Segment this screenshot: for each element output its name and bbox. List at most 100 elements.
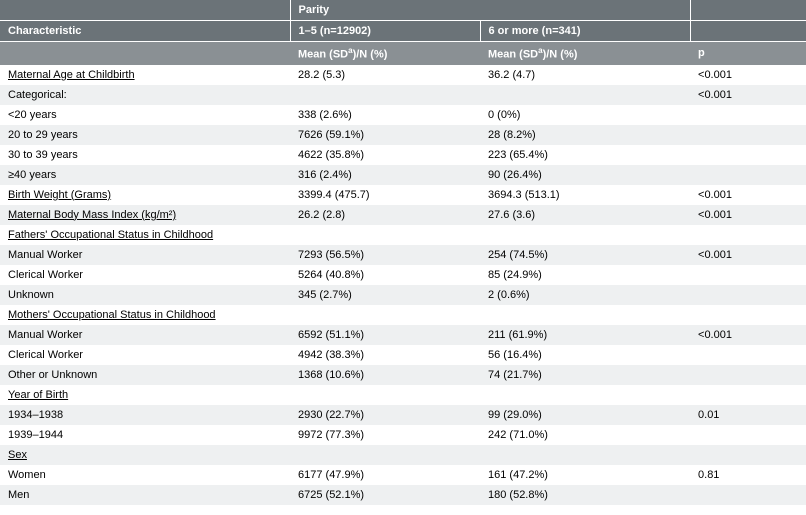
table-row: Maternal Body Mass Index (kg/m²)26.2 (2.… — [0, 205, 806, 225]
characteristic-header: Characteristic — [0, 21, 290, 42]
header-row-parity: Parity — [0, 0, 806, 21]
row-label: Sex — [0, 445, 290, 465]
row-label: Year of Birth — [0, 385, 290, 405]
table-row: Categorical: <0.001 — [0, 85, 806, 105]
row-p: <0.001 — [690, 205, 806, 225]
row-label: ≥40 years — [0, 165, 290, 185]
row-value: 6592 (51.1%) — [290, 325, 480, 345]
row-value — [290, 445, 480, 465]
table-row: <20 years338 (2.6%)0 (0%) — [0, 105, 806, 125]
row-value: 7626 (59.1%) — [290, 125, 480, 145]
row-value: 180 (52.8%) — [480, 485, 690, 505]
row-value: 4942 (38.3%) — [290, 345, 480, 365]
table-row: 1934–19382930 (22.7%)99 (29.0%)0.01 — [0, 405, 806, 425]
row-label: 20 to 29 years — [0, 125, 290, 145]
row-value — [480, 385, 690, 405]
row-value — [290, 305, 480, 325]
table-row: Mothers' Occupational Status in Childhoo… — [0, 305, 806, 325]
table-row: Women6177 (47.9%)161 (47.2%)0.81 — [0, 465, 806, 485]
table-row: ≥40 years316 (2.4%)90 (26.4%) — [0, 165, 806, 185]
row-label: Unknown — [0, 285, 290, 305]
row-value: 161 (47.2%) — [480, 465, 690, 485]
row-value — [480, 85, 690, 105]
group2-header: 6 or more (n=341) — [480, 21, 690, 42]
table-row: Manual Worker6592 (51.1%)211 (61.9%)<0.0… — [0, 325, 806, 345]
table-row: Men6725 (52.1%)180 (52.8%) — [0, 485, 806, 505]
row-p — [690, 225, 806, 245]
row-label: Other or Unknown — [0, 365, 290, 385]
row-label: Categorical: — [0, 85, 290, 105]
row-value: 74 (21.7%) — [480, 365, 690, 385]
row-value: 4622 (35.8%) — [290, 145, 480, 165]
row-value: 7293 (56.5%) — [290, 245, 480, 265]
table-row: Birth Weight (Grams)3399.4 (475.7)3694.3… — [0, 185, 806, 205]
table-row: Sex — [0, 445, 806, 465]
row-value: 28 (8.2%) — [480, 125, 690, 145]
row-value: 5264 (40.8%) — [290, 265, 480, 285]
row-p — [690, 425, 806, 445]
group1-header: 1–5 (n=12902) — [290, 21, 480, 42]
row-value: 3694.3 (513.1) — [480, 185, 690, 205]
row-value: 56 (16.4%) — [480, 345, 690, 365]
row-value: 254 (74.5%) — [480, 245, 690, 265]
row-value — [290, 85, 480, 105]
row-value: 0 (0%) — [480, 105, 690, 125]
row-label: 30 to 39 years — [0, 145, 290, 165]
table-row: 1939–19449972 (77.3%)242 (71.0%) — [0, 425, 806, 445]
row-p: <0.001 — [690, 245, 806, 265]
row-p — [690, 125, 806, 145]
header-row-stats: Mean (SDa)/N (%) Mean (SDa)/N (%) p — [0, 42, 806, 65]
row-label: 1934–1938 — [0, 405, 290, 425]
row-value: 9972 (77.3%) — [290, 425, 480, 445]
table-row: Maternal Age at Childbirth28.2 (5.3)36.2… — [0, 65, 806, 85]
row-label: Manual Worker — [0, 245, 290, 265]
row-label: Clerical Worker — [0, 345, 290, 365]
row-value — [480, 225, 690, 245]
row-label: <20 years — [0, 105, 290, 125]
table-row: Unknown345 (2.7%)2 (0.6%) — [0, 285, 806, 305]
characteristics-table: Parity Characteristic 1–5 (n=12902) 6 or… — [0, 0, 806, 505]
row-p: 0.01 — [690, 405, 806, 425]
row-label: Maternal Body Mass Index (kg/m²) — [0, 205, 290, 225]
row-value: 242 (71.0%) — [480, 425, 690, 445]
row-value: 28.2 (5.3) — [290, 65, 480, 85]
row-label: Manual Worker — [0, 325, 290, 345]
row-value: 90 (26.4%) — [480, 165, 690, 185]
row-p: <0.001 — [690, 325, 806, 345]
row-value: 3399.4 (475.7) — [290, 185, 480, 205]
table-row: Clerical Worker5264 (40.8%)85 (24.9%) — [0, 265, 806, 285]
header-row-groups: Characteristic 1–5 (n=12902) 6 or more (… — [0, 21, 806, 42]
row-value — [480, 445, 690, 465]
row-p — [690, 485, 806, 505]
parity-header: Parity — [290, 0, 690, 21]
row-label: Birth Weight (Grams) — [0, 185, 290, 205]
row-p — [690, 385, 806, 405]
row-p: <0.001 — [690, 85, 806, 105]
table-row: Year of Birth — [0, 385, 806, 405]
stat-label-1: Mean (SDa)/N (%) — [290, 42, 480, 65]
row-value: 6725 (52.1%) — [290, 485, 480, 505]
row-value: 27.6 (3.6) — [480, 205, 690, 225]
table-row: Clerical Worker4942 (38.3%)56 (16.4%) — [0, 345, 806, 365]
row-value: 338 (2.6%) — [290, 105, 480, 125]
table-row: Other or Unknown1368 (10.6%)74 (21.7%) — [0, 365, 806, 385]
row-value: 2930 (22.7%) — [290, 405, 480, 425]
row-p — [690, 145, 806, 165]
row-label: Women — [0, 465, 290, 485]
table-row: Fathers' Occupational Status in Childhoo… — [0, 225, 806, 245]
row-label: Mothers' Occupational Status in Childhoo… — [0, 305, 290, 325]
row-p — [690, 365, 806, 385]
row-value: 345 (2.7%) — [290, 285, 480, 305]
row-value: 6177 (47.9%) — [290, 465, 480, 485]
row-value: 211 (61.9%) — [480, 325, 690, 345]
row-label: Fathers' Occupational Status in Childhoo… — [0, 225, 290, 245]
row-value: 99 (29.0%) — [480, 405, 690, 425]
table-row: 30 to 39 years4622 (35.8%)223 (65.4%) — [0, 145, 806, 165]
row-p: 0.81 — [690, 465, 806, 485]
row-value: 223 (65.4%) — [480, 145, 690, 165]
row-value: 85 (24.9%) — [480, 265, 690, 285]
row-value — [480, 305, 690, 325]
row-p — [690, 165, 806, 185]
table-row: Manual Worker7293 (56.5%)254 (74.5%)<0.0… — [0, 245, 806, 265]
row-label: Men — [0, 485, 290, 505]
